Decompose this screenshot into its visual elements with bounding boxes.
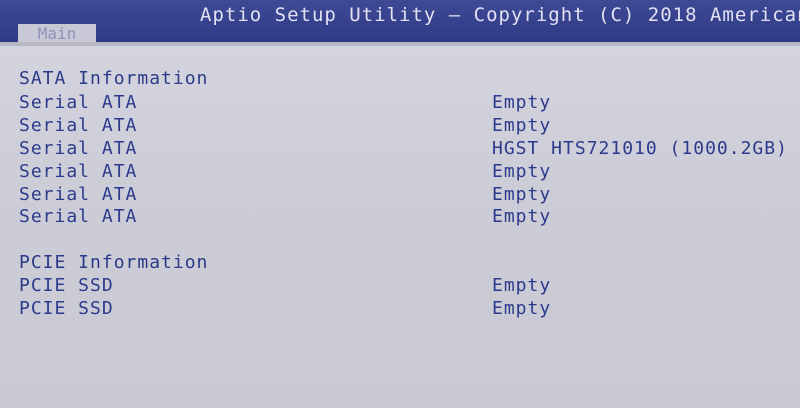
sata-section-heading: SATA Information [19, 68, 799, 90]
row-label: PCIE SSD [19, 275, 114, 296]
pcie-row-2: PCIE SSD Empty [19, 298, 799, 320]
section-heading-label: PCIE Information [19, 252, 209, 273]
tab-main[interactable]: Main [18, 24, 96, 44]
sata-row-2: Serial ATA Empty [19, 115, 799, 137]
window-title: Aptio Setup Utility – Copyright (C) 2018… [200, 4, 800, 26]
sata-row-5: Serial ATA Empty [19, 184, 799, 206]
row-label: Serial ATA [19, 92, 138, 113]
row-value: Empty [492, 275, 552, 296]
row-value: Empty [492, 161, 552, 182]
header-bar: Aptio Setup Utility – Copyright (C) 2018… [0, 0, 800, 44]
row-label: Serial ATA [19, 161, 138, 182]
row-label: PCIE SSD [19, 298, 114, 319]
row-value: Empty [492, 184, 552, 205]
main-content: SATA Information Serial ATA Empty Serial… [0, 46, 800, 408]
sata-row-4: Serial ATA Empty [19, 161, 799, 183]
row-value: Empty [492, 115, 552, 136]
row-value: Empty [492, 206, 552, 227]
bios-screen: Aptio Setup Utility – Copyright (C) 2018… [0, 0, 800, 408]
sata-row-1: Serial ATA Empty [19, 92, 799, 114]
sata-row-6: Serial ATA Empty [19, 206, 799, 228]
pcie-row-1: PCIE SSD Empty [19, 275, 799, 297]
row-value: Empty [492, 298, 552, 319]
row-label: Serial ATA [19, 115, 138, 136]
row-value: Empty [492, 92, 552, 113]
row-value: HGST HTS721010 (1000.2GB) [492, 138, 788, 159]
row-label: Serial ATA [19, 138, 138, 159]
pcie-section-heading: PCIE Information [19, 252, 799, 274]
sata-row-3: Serial ATA HGST HTS721010 (1000.2GB) [19, 138, 799, 160]
row-label: Serial ATA [19, 184, 138, 205]
section-heading-label: SATA Information [19, 68, 209, 89]
row-label: Serial ATA [19, 206, 138, 227]
